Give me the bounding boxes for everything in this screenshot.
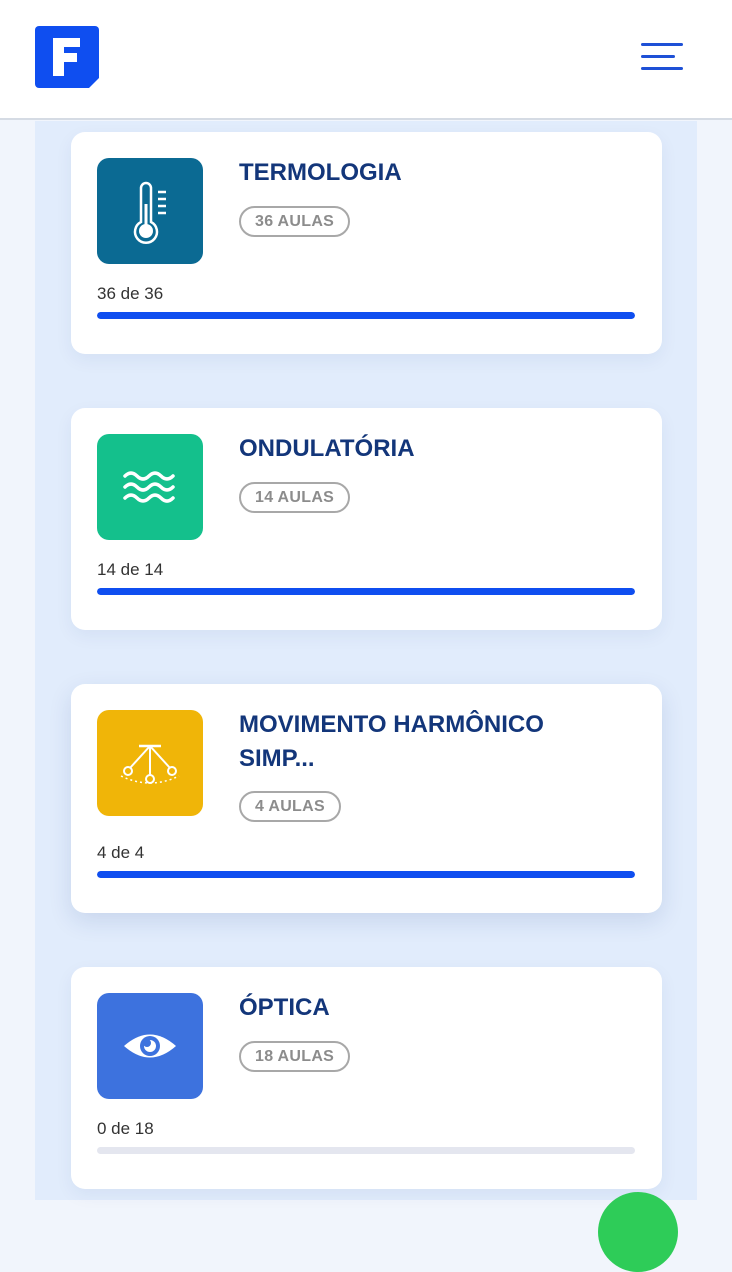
progress-label: 36 de 36 — [97, 284, 164, 303]
waves-icon — [97, 434, 203, 540]
course-card-termologia[interactable]: TERMOLOGIA 36 AULAS 36 de 36 — [71, 132, 662, 354]
progress-fill — [97, 871, 635, 878]
progress-bar — [97, 871, 635, 878]
progress-label: 4 de 4 — [97, 843, 145, 862]
course-title: MOVIMENTO HARMÔNICO SIMP... — [239, 711, 544, 772]
course-title: ONDULATÓRIA — [239, 435, 415, 462]
pendulum-icon — [97, 710, 203, 816]
eye-icon — [97, 993, 203, 1099]
progress-bar — [97, 588, 635, 595]
progress-label: 14 de 14 — [97, 560, 164, 579]
course-card-ondulatoria[interactable]: ONDULATÓRIA 14 AULAS 14 de 14 — [71, 408, 662, 630]
floating-action-button[interactable] — [598, 1192, 678, 1272]
progress-bar — [97, 1147, 635, 1154]
hamburger-menu-icon[interactable] — [632, 36, 692, 80]
course-title: ÓPTICA — [239, 994, 330, 1021]
progress-fill — [97, 588, 635, 595]
progress-fill — [97, 312, 635, 319]
course-card-movimento-harmonico[interactable]: MOVIMENTO HARMÔNICO SIMP... 4 AULAS 4 de… — [71, 684, 662, 913]
thermometer-icon — [97, 158, 203, 264]
app-header — [0, 0, 732, 120]
logo-corner — [89, 78, 99, 88]
aulas-badge: 4 AULAS — [239, 791, 341, 822]
aulas-badge: 14 AULAS — [239, 482, 351, 513]
aulas-badge: 18 AULAS — [239, 1041, 351, 1072]
course-title: TERMOLOGIA — [239, 159, 402, 186]
aulas-badge: 36 AULAS — [239, 206, 351, 237]
app-logo[interactable] — [35, 26, 99, 88]
progress-label: 0 de 18 — [97, 1119, 154, 1138]
progress-bar — [97, 312, 635, 319]
course-card-optica[interactable]: ÓPTICA 18 AULAS 0 de 18 — [71, 967, 662, 1189]
